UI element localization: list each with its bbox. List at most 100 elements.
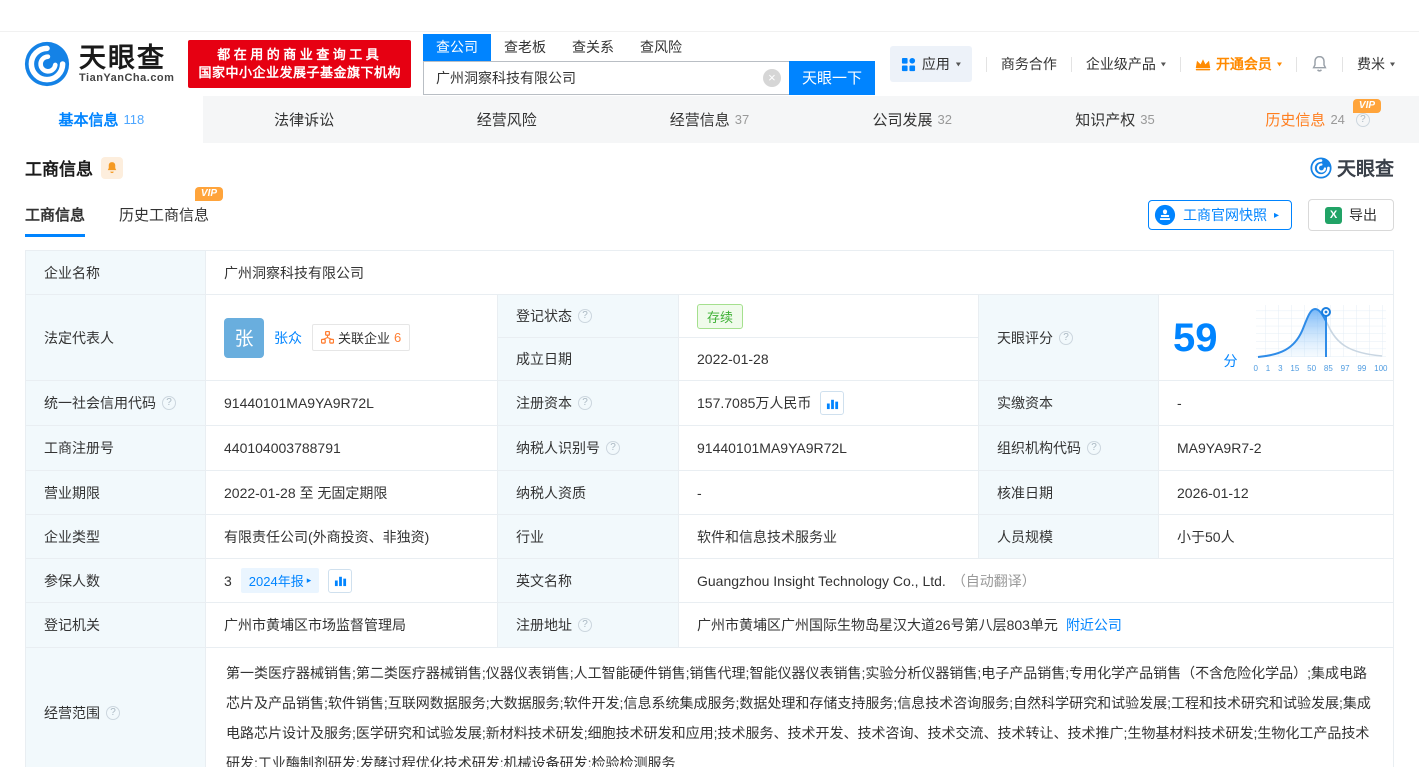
search-tab-boss[interactable]: 查老板 bbox=[491, 34, 559, 61]
related-companies-count: 6 bbox=[394, 330, 402, 345]
score-axis-ticks: 0 1 3 15 50 85 97 99 100 bbox=[1253, 363, 1388, 373]
tab-label: 经营信息 bbox=[669, 112, 730, 129]
paid-capital-value: - bbox=[1159, 381, 1394, 426]
insured-trend-chart-icon[interactable] bbox=[328, 568, 353, 593]
tyc-score-value[interactable]: 59 分 0 1 3 15 50 85 97 99 100 bbox=[1159, 295, 1394, 381]
taxpayer-quality-value: - bbox=[679, 471, 979, 515]
export-button[interactable]: X 导出 bbox=[1308, 199, 1394, 231]
reg-status-value: 存续 bbox=[679, 295, 979, 338]
search-tab-relation[interactable]: 查关系 bbox=[559, 34, 627, 61]
score-number: 59 bbox=[1173, 315, 1218, 360]
english-name-label: 英文名称 bbox=[498, 559, 679, 603]
help-icon[interactable]: ? bbox=[106, 705, 120, 720]
subtab-business-info[interactable]: 工商信息 bbox=[25, 204, 86, 237]
tianyancha-watermark-icon bbox=[1310, 156, 1332, 179]
reg-authority-label: 登记机关 bbox=[26, 603, 206, 648]
tab-basic-info[interactable]: 基本信息 118 bbox=[0, 96, 203, 143]
caret-right-icon: ▸ bbox=[1273, 209, 1279, 221]
main-content: 工商信息 天眼查 工商信息 VIP 历史工商信息 工商官网快照 ▸ X 导出 企… bbox=[0, 154, 1419, 767]
status-badge: 存续 bbox=[697, 303, 744, 329]
legal-rep-avatar[interactable]: 张 bbox=[224, 317, 264, 358]
legal-rep-name-link[interactable]: 张众 bbox=[274, 328, 302, 348]
annual-report-badge[interactable]: 2024年报 ▸ bbox=[240, 568, 320, 593]
section-title: 工商信息 bbox=[25, 160, 93, 179]
menu-open-vip[interactable]: 开通会员 ▾ bbox=[1195, 54, 1282, 74]
username-label: 费米 bbox=[1356, 56, 1385, 72]
establish-date-value: 2022-01-28 bbox=[679, 338, 979, 381]
tab-history-info[interactable]: VIP 历史信息 24 ? bbox=[1216, 96, 1419, 143]
nearby-companies-link[interactable]: 附近公司 bbox=[1066, 615, 1122, 635]
search-tab-risk[interactable]: 查风险 bbox=[627, 34, 695, 61]
staff-size-value: 小于50人 bbox=[1159, 515, 1394, 559]
watermark-text: 天眼查 bbox=[1336, 159, 1394, 180]
org-code-value: MA9YA9R7-2 bbox=[1159, 426, 1394, 471]
help-icon[interactable]: ? bbox=[1355, 112, 1370, 127]
caret-right-icon: ▸ bbox=[306, 575, 312, 585]
tab-operating-risk[interactable]: 经营风险 bbox=[405, 96, 608, 143]
chevron-down-icon: ▾ bbox=[1389, 59, 1395, 69]
search-area: 查公司 查老板 查关系 查风险 × 天眼一下 bbox=[422, 33, 875, 95]
help-icon[interactable]: ? bbox=[1087, 441, 1101, 455]
section-header: 工商信息 天眼查 bbox=[25, 154, 1394, 181]
business-term-label: 营业期限 bbox=[26, 471, 206, 515]
stamp-icon bbox=[1154, 204, 1176, 226]
tianyancha-logo[interactable]: 天眼查 TianYanCha.com bbox=[24, 41, 174, 87]
reg-status-label: 登记状态 ? bbox=[498, 295, 679, 338]
help-icon[interactable]: ? bbox=[1059, 330, 1073, 345]
promo-line1: 都在用的商业查询工具 bbox=[217, 47, 383, 62]
business-coop-label: 商务合作 bbox=[1000, 56, 1057, 72]
help-icon[interactable]: ? bbox=[578, 396, 592, 410]
search-input[interactable] bbox=[435, 69, 763, 86]
annual-report-label: 2024年报 bbox=[248, 574, 304, 589]
tab-count: 35 bbox=[1140, 112, 1155, 127]
crown-icon bbox=[1195, 59, 1211, 71]
tab-label: 基本信息 bbox=[58, 112, 119, 129]
search-bar: × 天眼一下 bbox=[422, 60, 875, 95]
snapshot-label: 工商官网快照 bbox=[1182, 207, 1267, 223]
logo-subtitle: TianYanCha.com bbox=[79, 72, 175, 84]
tab-label: 历史信息 bbox=[1265, 112, 1326, 129]
subtab-history-business-info[interactable]: VIP 历史工商信息 bbox=[119, 187, 224, 237]
menu-business-coop[interactable]: 商务合作 bbox=[1001, 54, 1057, 74]
divider bbox=[1070, 56, 1072, 72]
tab-company-development[interactable]: 公司发展 32 bbox=[811, 96, 1014, 143]
clear-search-icon[interactable]: × bbox=[762, 68, 781, 87]
watermark-logo: 天眼查 bbox=[1310, 154, 1394, 181]
tab-operating-info[interactable]: 经营信息 37 bbox=[608, 96, 811, 143]
approval-date-value: 2026-01-12 bbox=[1159, 471, 1394, 515]
tab-legal-proceedings[interactable]: 法律诉讼 bbox=[203, 96, 406, 143]
credit-code-value: 91440101MA9YA9R72L bbox=[206, 381, 498, 426]
tab-label: 法律诉讼 bbox=[274, 112, 335, 129]
help-icon[interactable]: ? bbox=[578, 309, 592, 323]
reg-number-value: 440104003788791 bbox=[206, 426, 498, 471]
header: 天眼查 TianYanCha.com 都在用的商业查询工具 国家中小企业发展子基… bbox=[0, 32, 1419, 96]
search-input-box: × bbox=[422, 60, 789, 95]
subscribe-bell-icon[interactable] bbox=[101, 156, 123, 179]
address-value: 广州市黄埔区广州国际生物岛星汉大道26号第八层803单元 附近公司 bbox=[679, 603, 1394, 648]
help-icon[interactable]: ? bbox=[606, 441, 620, 455]
tianyancha-logo-icon bbox=[24, 41, 70, 87]
help-icon[interactable]: ? bbox=[578, 618, 592, 632]
apps-menu[interactable]: 应用 ▾ bbox=[889, 46, 972, 82]
org-code-label: 组织机构代码 ? bbox=[979, 426, 1159, 471]
auto-translate-note: （自动翻译） bbox=[951, 572, 1036, 589]
company-name-label: 企业名称 bbox=[26, 251, 206, 295]
chevron-down-icon: ▾ bbox=[955, 59, 961, 69]
notifications-bell-icon[interactable] bbox=[1311, 55, 1328, 73]
search-tab-company[interactable]: 查公司 bbox=[422, 33, 491, 61]
user-account-menu[interactable]: 费米 ▾ bbox=[1357, 54, 1395, 74]
official-snapshot-button[interactable]: 工商官网快照 ▸ bbox=[1147, 200, 1292, 230]
related-companies-label: 关联企业 bbox=[338, 331, 391, 346]
tab-count: 24 bbox=[1330, 112, 1345, 127]
reg-capital-label: 注册资本 ? bbox=[498, 381, 679, 426]
open-vip-label: 开通会员 bbox=[1215, 56, 1272, 72]
search-button[interactable]: 天眼一下 bbox=[788, 60, 875, 95]
capital-trend-chart-icon[interactable] bbox=[820, 391, 845, 415]
help-icon[interactable]: ? bbox=[162, 396, 176, 410]
score-unit: 分 bbox=[1223, 353, 1238, 369]
chevron-down-icon: ▾ bbox=[1276, 59, 1282, 69]
menu-enterprise-product[interactable]: 企业级产品 ▾ bbox=[1086, 54, 1166, 74]
tab-label: 知识产权 bbox=[1075, 112, 1136, 129]
related-companies-badge[interactable]: 关联企业 6 bbox=[312, 324, 411, 351]
tab-intellectual-property[interactable]: 知识产权 35 bbox=[1014, 96, 1217, 143]
